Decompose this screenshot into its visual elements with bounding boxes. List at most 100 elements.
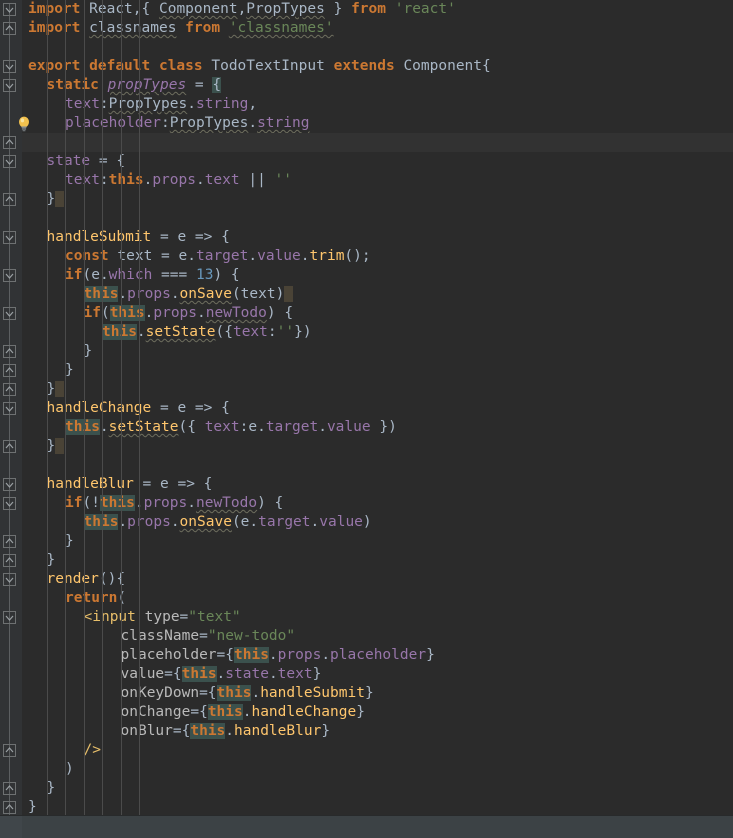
fold-expand-icon[interactable] — [3, 782, 16, 795]
code-line[interactable]: } — [22, 190, 733, 209]
fold-expand-icon[interactable] — [3, 22, 16, 35]
code-token: TodoTextInput — [211, 58, 325, 74]
code-line[interactable]: onBlur={this.handleBlur} — [22, 722, 733, 741]
code-token: 'react' — [394, 1, 456, 17]
fold-expand-icon[interactable] — [3, 136, 16, 149]
fold-collapse-icon[interactable] — [3, 155, 16, 168]
code-line[interactable] — [22, 209, 733, 228]
code-line[interactable]: } — [22, 342, 733, 361]
code-token: . — [170, 514, 180, 530]
code-line[interactable]: import classnames from 'classnames' — [22, 19, 733, 38]
fold-expand-icon[interactable] — [3, 364, 16, 377]
status-bar — [0, 815, 733, 838]
code-line[interactable]: } — [22, 551, 733, 570]
fold-collapse-icon[interactable] — [3, 307, 16, 320]
code-line[interactable]: } — [22, 380, 733, 399]
code-line[interactable]: const text = e.target.value.trim(); — [22, 247, 733, 266]
fold-collapse-icon[interactable] — [3, 3, 16, 16]
code-line[interactable]: this.setState({ text:e.target.value }) — [22, 418, 733, 437]
fold-collapse-icon[interactable] — [3, 79, 16, 92]
code-line[interactable]: ) — [22, 760, 733, 779]
code-line[interactable]: render(){ — [22, 570, 733, 589]
code-line[interactable] — [22, 456, 733, 475]
code-token: . — [187, 248, 196, 264]
code-token: = — [199, 628, 208, 644]
code-line[interactable]: state = { — [22, 152, 733, 171]
fold-collapse-icon[interactable] — [3, 269, 16, 282]
code-token: } — [46, 438, 56, 454]
code-line[interactable]: } — [22, 532, 733, 551]
code-line[interactable]: } — [22, 133, 733, 152]
code-line[interactable]: handleChange = e => { — [22, 399, 733, 418]
fold-collapse-icon[interactable] — [3, 497, 16, 510]
code-token: . — [300, 248, 310, 264]
code-token: e — [177, 400, 187, 416]
fold-expand-icon[interactable] — [3, 193, 16, 206]
code-line[interactable]: className="new-todo" — [22, 627, 733, 646]
fold-expand-icon[interactable] — [3, 535, 16, 548]
fold-collapse-icon[interactable] — [3, 573, 16, 586]
code-token: , — [248, 96, 258, 112]
code-line[interactable]: this.props.onSave(text) — [22, 285, 733, 304]
code-token: e — [160, 476, 169, 492]
fold-expand-icon[interactable] — [3, 383, 16, 396]
code-token: } — [65, 533, 74, 549]
code-line[interactable]: onChange={this.handleChange} — [22, 703, 733, 722]
fold-collapse-icon[interactable] — [3, 611, 16, 624]
fold-collapse-icon[interactable] — [3, 478, 16, 491]
fold-expand-icon[interactable] — [3, 744, 16, 757]
code-token: PropTypes — [169, 115, 249, 131]
current-line-highlight — [22, 133, 733, 152]
code-token: props — [127, 286, 171, 302]
code-line[interactable] — [22, 38, 733, 57]
fold-collapse-icon[interactable] — [3, 231, 16, 244]
code-line[interactable]: } — [22, 437, 733, 456]
code-line[interactable]: if(!this.props.newTodo) { — [22, 494, 733, 513]
code-line[interactable]: return( — [22, 589, 733, 608]
code-line[interactable]: this.setState({text:''}) — [22, 323, 733, 342]
code-line[interactable]: value={this.state.text} — [22, 665, 733, 684]
intention-bulb-icon[interactable] — [15, 115, 33, 133]
indent-guide — [83, 0, 85, 817]
code-line[interactable]: onKeyDown={this.handleSubmit} — [22, 684, 733, 703]
code-line[interactable]: handleBlur = e => { — [22, 475, 733, 494]
code-token: export — [28, 58, 81, 74]
code-line[interactable]: import React,{ Component,PropTypes } fro… — [22, 0, 733, 19]
code-line[interactable]: placeholder={this.props.placeholder} — [22, 646, 733, 665]
code-line[interactable]: placeholder:PropTypes.string — [22, 114, 733, 133]
code-line[interactable]: } — [22, 779, 733, 798]
fold-expand-icon[interactable] — [3, 801, 16, 814]
code-line[interactable]: export default class TodoTextInput exten… — [22, 57, 733, 76]
code-token: || — [239, 172, 275, 188]
fold-expand-icon[interactable] — [3, 440, 16, 453]
code-token: ; — [361, 248, 371, 264]
fold-collapse-icon[interactable] — [3, 60, 16, 73]
code-line[interactable]: text:this.props.text || '' — [22, 171, 733, 190]
code-line[interactable]: <input type="text" — [22, 608, 733, 627]
code-line[interactable]: handleSubmit = e => { — [22, 228, 733, 247]
fold-expand-icon[interactable] — [3, 345, 16, 358]
code-line[interactable]: static propTypes = { — [22, 76, 733, 95]
code-line[interactable]: /> — [22, 741, 733, 760]
code-line[interactable]: if(e.which === 13) { — [22, 266, 733, 285]
code-line[interactable]: if(this.props.newTodo) { — [22, 304, 733, 323]
fold-expand-icon[interactable] — [3, 554, 16, 567]
code-token: = — [179, 609, 189, 625]
code-token: e — [91, 267, 100, 283]
code-line[interactable]: this.props.onSave(e.target.value) — [22, 513, 733, 532]
fold-collapse-icon[interactable] — [3, 402, 16, 415]
code-editor[interactable]: import React,{ Component,PropTypes } fro… — [0, 0, 733, 838]
code-text-area[interactable]: import React,{ Component,PropTypes } fro… — [22, 0, 733, 817]
code-token: React — [89, 1, 133, 17]
code-token: } — [28, 799, 37, 815]
code-token: ={ — [164, 666, 182, 682]
code-line[interactable]: text:PropTypes.string, — [22, 95, 733, 114]
code-line[interactable]: } — [22, 361, 733, 380]
code-token: '' — [276, 324, 295, 340]
